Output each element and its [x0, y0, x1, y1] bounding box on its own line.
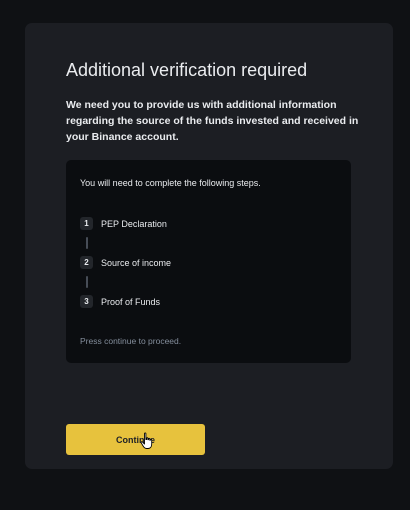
step-source-of-income: 2 Source of income — [80, 256, 171, 269]
dialog-description: We need you to provide us with additiona… — [66, 99, 359, 143]
hand-pointer-icon — [140, 432, 153, 449]
steps-intro: You will need to complete the following … — [80, 178, 261, 188]
step-number: 2 — [80, 256, 93, 269]
steps-panel: You will need to complete the following … — [66, 160, 351, 363]
step-label: Proof of Funds — [101, 296, 161, 307]
step-label: Source of income — [101, 257, 172, 268]
step-number: 1 — [80, 217, 93, 230]
step-connector — [86, 237, 88, 249]
step-proof-of-funds: 3 Proof of Funds — [80, 295, 160, 308]
proceed-note: Press continue to proceed. — [80, 336, 182, 346]
step-pep-declaration: 1 PEP Declaration — [80, 217, 167, 230]
step-label: PEP Declaration — [101, 218, 167, 229]
step-number: 3 — [80, 295, 93, 308]
verification-dialog: Additional verification required We need… — [25, 23, 393, 469]
step-connector — [86, 276, 88, 288]
dialog-title: Additional verification required — [66, 60, 308, 80]
continue-button[interactable]: Continue — [66, 424, 205, 455]
